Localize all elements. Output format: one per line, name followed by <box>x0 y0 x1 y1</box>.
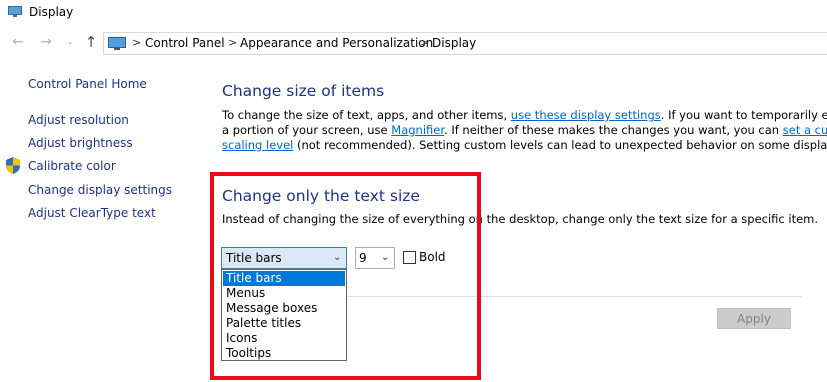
uac-shield-icon <box>6 157 20 174</box>
chevron-down-icon: ⌄ <box>381 252 390 263</box>
custom-scaling-link[interactable]: set a custom <box>783 123 827 137</box>
breadcrumb-control-panel[interactable]: Control Panel <box>145 36 225 50</box>
sidebar-item-adjust-brightness[interactable]: Adjust brightness <box>28 136 133 150</box>
recent-chevron-icon[interactable]: ⌄ <box>62 33 78 51</box>
sidebar-item-control-panel-home[interactable]: Control Panel Home <box>28 77 147 91</box>
breadcrumb-display[interactable]: Display <box>432 36 476 50</box>
display-app-icon <box>8 6 22 17</box>
bold-checkbox[interactable] <box>403 251 416 264</box>
item-select-value: Title bars <box>226 251 282 265</box>
title-bar: Display <box>0 0 827 26</box>
breadcrumb-separator[interactable]: > <box>420 36 429 49</box>
paragraph-text: . If you want to temporarily enlarge <box>660 108 827 122</box>
apply-button[interactable]: Apply <box>717 308 791 329</box>
sidebar-item-adjust-cleartype[interactable]: Adjust ClearType text <box>28 206 156 220</box>
size-select[interactable]: 9 ⌄ <box>355 247 395 269</box>
up-arrow-icon[interactable]: ↑ <box>83 33 99 51</box>
paragraph-text: a portion of your screen, use <box>222 123 392 137</box>
window-title: Display <box>29 5 74 19</box>
paragraph-text: To change the size of text, apps, and ot… <box>222 108 511 122</box>
section-heading-change-size: Change size of items <box>222 82 385 100</box>
breadcrumb-appearance[interactable]: Appearance and Personalization <box>240 36 433 50</box>
dropdown-option-palette-titles[interactable]: Palette titles <box>223 316 345 331</box>
dropdown-option-message-boxes[interactable]: Message boxes <box>223 301 345 316</box>
breadcrumb-separator[interactable]: > <box>132 36 141 49</box>
size-select-value: 9 <box>359 251 367 265</box>
address-bar[interactable]: > Control Panel > Appearance and Persona… <box>103 32 827 55</box>
dropdown-option-title-bars[interactable]: Title bars <box>223 271 345 286</box>
paragraph-text: . If neither of these makes the changes … <box>444 123 783 137</box>
item-select[interactable]: Title bars ⌄ <box>221 247 347 269</box>
breadcrumb-separator[interactable]: > <box>228 36 237 49</box>
monitor-icon <box>108 37 126 50</box>
magnifier-link[interactable]: Magnifier <box>391 123 444 137</box>
sidebar-item-change-display-settings[interactable]: Change display settings <box>28 183 172 197</box>
paragraph-line-1: To change the size of text, apps, and ot… <box>222 108 827 122</box>
sidebar-item-calibrate-color[interactable]: Calibrate color <box>28 159 116 173</box>
custom-scaling-link-cont[interactable]: scaling level <box>222 138 293 152</box>
bold-label: Bold <box>419 250 446 264</box>
navigation-bar: ← → ⌄ ↑ > Control Panel > Appearance and… <box>0 30 827 56</box>
paragraph-text: (not recommended). Setting custom levels… <box>293 138 827 152</box>
forward-arrow-icon[interactable]: → <box>38 33 54 51</box>
paragraph-line-3: scaling level (not recommended). Setting… <box>222 138 827 152</box>
dropdown-option-menus[interactable]: Menus <box>223 286 345 301</box>
dropdown-option-icons[interactable]: Icons <box>223 331 345 346</box>
chevron-down-icon: ⌄ <box>333 252 342 263</box>
dropdown-option-tooltips[interactable]: Tooltips <box>223 346 345 361</box>
section-heading-text-size: Change only the text size <box>222 187 420 205</box>
display-settings-link[interactable]: use these display settings <box>511 108 661 122</box>
back-arrow-icon[interactable]: ← <box>10 33 26 51</box>
text-size-description: Instead of changing the size of everythi… <box>222 212 819 226</box>
sidebar-item-adjust-resolution[interactable]: Adjust resolution <box>28 113 129 127</box>
item-dropdown-list[interactable]: Title bars Menus Message boxes Palette t… <box>221 269 347 361</box>
paragraph-line-2: a portion of your screen, use Magnifier.… <box>222 123 827 137</box>
